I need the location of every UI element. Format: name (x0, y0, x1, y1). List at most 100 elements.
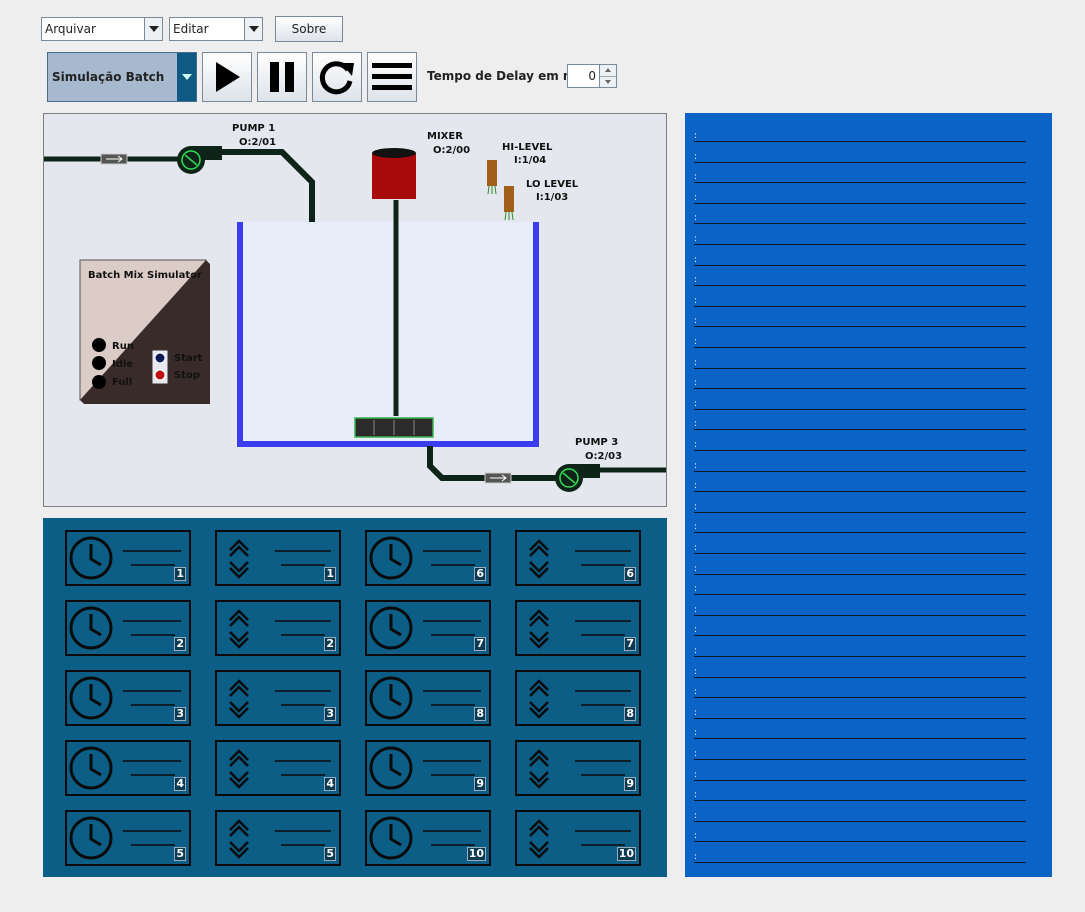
log-line-prefix: : (694, 234, 698, 244)
timer-clock-icon (69, 746, 181, 790)
log-line: : (694, 533, 1026, 554)
counter-block[interactable]: 3 (215, 670, 341, 726)
timer-clock-icon (369, 606, 481, 650)
log-line-prefix: : (694, 769, 698, 780)
log-line: : (694, 121, 1026, 142)
timer-clock-icon (69, 676, 181, 720)
timer-block[interactable]: 2 (65, 600, 191, 656)
counter-updown-icon (529, 609, 631, 649)
log-line: : (694, 636, 1026, 657)
log-line-prefix: : (694, 481, 698, 492)
panel-start-label: Start (174, 353, 203, 364)
start-button-icon[interactable] (154, 352, 166, 364)
log-line-prefix: : (694, 604, 698, 615)
timer-clock-icon (369, 676, 481, 720)
timer-block[interactable]: 10 (365, 810, 491, 866)
log-panel: :::::::::::::::::::::::::::::::::::: (685, 113, 1052, 877)
counter-block[interactable]: 4 (215, 740, 341, 796)
delay-value[interactable]: 0 (568, 65, 599, 87)
block-number: 4 (174, 777, 186, 791)
timer-clock-icon (369, 746, 481, 790)
log-line-prefix: : (694, 543, 698, 553)
hi-level-sensor-icon (487, 160, 497, 195)
block-number: 8 (624, 707, 636, 721)
counter-updown-icon (529, 539, 631, 579)
log-line: : (694, 224, 1026, 245)
log-line: : (694, 739, 1026, 760)
counter-block[interactable]: 2 (215, 600, 341, 656)
log-line: : (694, 698, 1026, 719)
counter-block[interactable]: 5 (215, 810, 341, 866)
panel-full-label: Full (112, 377, 132, 388)
restart-button[interactable] (312, 52, 362, 102)
panel-title: Batch Mix Simulator (88, 270, 202, 281)
log-line: : (694, 471, 1026, 493)
log-line: : (694, 801, 1026, 822)
timer-counter-grid: 1 1 6 6 2 2 7 7 3 3 8 8 4 4 9 9 5 5 10 10 (43, 518, 667, 877)
log-line: : (694, 348, 1026, 369)
edit-menu-select[interactable]: Editar (169, 17, 263, 41)
block-number: 6 (624, 567, 636, 581)
menu-button[interactable] (367, 52, 417, 102)
log-line-prefix: : (694, 357, 698, 368)
counter-block[interactable]: 1 (215, 530, 341, 586)
file-menu-select[interactable]: Arquivar (41, 17, 163, 41)
mixer-name: MIXER (427, 131, 463, 142)
play-button[interactable] (202, 52, 252, 102)
block-number: 8 (474, 707, 486, 721)
spinner-down-button[interactable] (600, 75, 616, 87)
log-line: : (694, 142, 1026, 163)
log-line: : (694, 657, 1026, 678)
log-line: : (694, 718, 1026, 740)
log-line-prefix: : (694, 728, 698, 739)
spinner-up-button[interactable] (600, 65, 616, 76)
log-line: : (694, 492, 1026, 513)
log-line: : (694, 203, 1026, 225)
block-number: 5 (174, 847, 186, 861)
stop-button-icon[interactable] (154, 369, 166, 381)
pause-button[interactable] (257, 52, 307, 102)
counter-block[interactable]: 6 (515, 530, 641, 586)
block-number: 3 (324, 707, 336, 721)
log-line-prefix: : (694, 646, 698, 656)
counter-block[interactable]: 8 (515, 670, 641, 726)
log-line-prefix: : (694, 522, 698, 533)
timer-block[interactable]: 3 (65, 670, 191, 726)
log-line: : (694, 554, 1026, 575)
log-line: : (694, 842, 1026, 863)
timer-block[interactable]: 9 (365, 740, 491, 796)
timer-block[interactable]: 7 (365, 600, 491, 656)
block-number: 9 (474, 777, 486, 791)
file-menu-label: Arquivar (45, 22, 96, 36)
timer-block[interactable]: 8 (365, 670, 491, 726)
hi-level-address: I:1/04 (514, 155, 546, 166)
block-number: 1 (174, 567, 186, 581)
block-number: 2 (324, 637, 336, 651)
timer-block[interactable]: 6 (365, 530, 491, 586)
panel-idle-label: Idle (112, 359, 133, 370)
about-button[interactable]: Sobre (275, 16, 343, 42)
counter-updown-icon (229, 679, 331, 719)
log-line-prefix: : (694, 666, 698, 677)
timer-block[interactable]: 1 (65, 530, 191, 586)
counter-block[interactable]: 9 (515, 740, 641, 796)
counter-updown-icon (229, 819, 331, 859)
delay-spinner[interactable]: 0 (567, 64, 617, 88)
log-line-prefix: : (694, 501, 698, 512)
lo-level-sensor-icon (504, 186, 514, 221)
counter-updown-icon (529, 749, 631, 789)
play-icon (216, 62, 240, 92)
log-line-prefix: : (694, 213, 698, 224)
counter-updown-icon (229, 539, 331, 579)
pump1-name: PUMP 1 (232, 123, 275, 134)
chevron-down-icon (177, 53, 196, 101)
log-line-prefix: : (694, 295, 698, 306)
hi-level-name: HI-LEVEL (502, 142, 553, 153)
log-line: : (694, 677, 1026, 699)
counter-block[interactable]: 7 (515, 600, 641, 656)
counter-block[interactable]: 10 (515, 810, 641, 866)
log-line-prefix: : (694, 316, 698, 327)
timer-block[interactable]: 5 (65, 810, 191, 866)
timer-block[interactable]: 4 (65, 740, 191, 796)
mode-select[interactable]: Simulação Batch (47, 52, 197, 102)
